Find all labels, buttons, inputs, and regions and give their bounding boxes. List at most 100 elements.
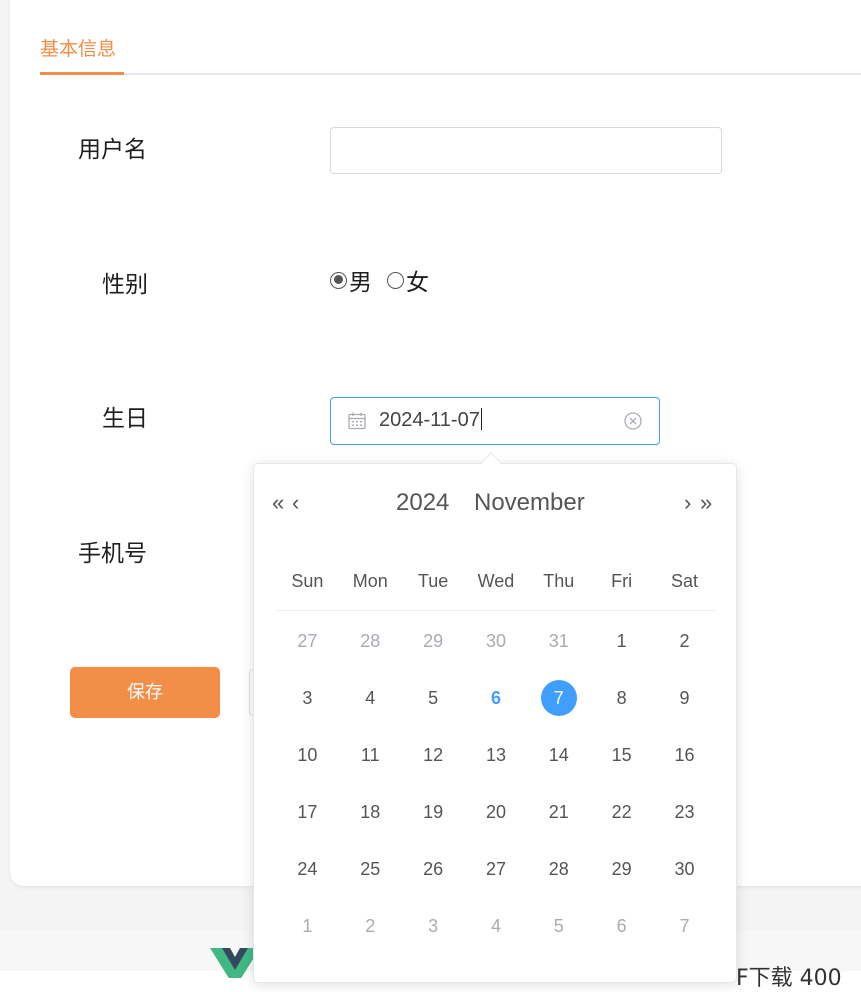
weekday-label: Fri <box>611 571 633 591</box>
gender-label: 性别 <box>102 272 148 298</box>
day-number: 13 <box>485 745 506 765</box>
day-number: 5 <box>428 688 439 708</box>
day-number: 29 <box>611 859 632 879</box>
day-cell[interactable]: 6 <box>590 906 653 963</box>
picker-year[interactable]: 2024 <box>396 488 449 518</box>
day-cell[interactable]: 22 <box>590 792 653 849</box>
calendar-icon <box>348 412 366 430</box>
day-cell[interactable]: 24 <box>276 849 339 906</box>
day-number: 7 <box>540 680 577 716</box>
day-cell[interactable]: 23 <box>653 792 716 849</box>
picker-month[interactable]: November <box>474 488 585 518</box>
day-cell[interactable]: 4 <box>465 906 528 963</box>
radio-male[interactable] <box>330 271 347 289</box>
day-number: 6 <box>490 688 501 708</box>
day-cell[interactable]: 8 <box>590 678 653 735</box>
day-cell[interactable]: 30 <box>465 621 528 678</box>
weekday-label: Mon <box>352 571 388 591</box>
day-cell[interactable]: 29 <box>402 621 465 678</box>
tab-basic-info[interactable]: 基本信息 <box>40 34 116 61</box>
day-cell[interactable]: 13 <box>465 735 528 792</box>
week-row: 1 2 3 4 5 6 7 <box>276 906 716 963</box>
day-number: 17 <box>297 802 318 822</box>
day-cell[interactable]: 21 <box>527 792 590 849</box>
day-cell[interactable]: 18 <box>339 792 402 849</box>
day-number: 20 <box>485 802 506 822</box>
tab-active-indicator <box>40 72 124 75</box>
day-cell[interactable]: 30 <box>653 849 716 906</box>
weekday-label: Tue <box>417 571 449 591</box>
day-cell[interactable]: 1 <box>590 621 653 678</box>
week-row: 3 4 5 6 7 8 9 <box>276 678 716 735</box>
day-cell[interactable]: 7 <box>653 906 716 963</box>
next-month-button[interactable]: › <box>684 488 691 518</box>
day-cell[interactable]: 27 <box>465 849 528 906</box>
day-number: 18 <box>360 802 381 822</box>
day-number: 10 <box>297 745 318 765</box>
day-cell[interactable]: 4 <box>339 678 402 735</box>
radio-female-label[interactable]: 女 <box>406 263 429 297</box>
day-number: 24 <box>297 859 318 879</box>
day-cell[interactable]: 25 <box>339 849 402 906</box>
day-number: 16 <box>674 745 695 765</box>
day-number: 8 <box>616 688 627 708</box>
day-number: 5 <box>553 916 564 936</box>
day-number: 22 <box>611 802 632 822</box>
day-cell[interactable]: 12 <box>402 735 465 792</box>
circle-close-icon[interactable] <box>623 411 643 431</box>
prev-month-button[interactable]: ‹ <box>292 488 299 518</box>
day-number: 4 <box>365 688 376 708</box>
save-button[interactable]: 保存 <box>70 667 220 718</box>
username-input[interactable] <box>330 127 722 174</box>
day-number: 11 <box>360 745 380 765</box>
day-number: 2 <box>365 916 376 936</box>
weekday-header: Sun Mon Tue Wed Thu Fri Sat <box>276 566 716 596</box>
day-cell[interactable]: 16 <box>653 735 716 792</box>
day-number: 7 <box>679 916 690 936</box>
day-cell[interactable]: 5 <box>527 906 590 963</box>
day-cell[interactable]: 5 <box>402 678 465 735</box>
day-number: 21 <box>548 802 569 822</box>
day-cell[interactable]: 2 <box>653 621 716 678</box>
week-row: 10 11 12 13 14 15 16 <box>276 735 716 792</box>
tabs-divider <box>40 73 861 75</box>
weekday-label: Thu <box>543 571 575 591</box>
day-number: 30 <box>485 631 506 651</box>
day-cell[interactable]: 19 <box>402 792 465 849</box>
week-row: 17 18 19 20 21 22 23 <box>276 792 716 849</box>
day-number: 30 <box>674 859 695 879</box>
radio-male-label[interactable]: 男 <box>349 263 372 297</box>
day-cell[interactable]: 31 <box>527 621 590 678</box>
day-cell-today[interactable]: 6 <box>465 678 528 735</box>
prev-year-button[interactable]: « <box>272 488 284 518</box>
day-cell[interactable]: 17 <box>276 792 339 849</box>
day-cell[interactable]: 3 <box>402 906 465 963</box>
radio-female[interactable] <box>387 271 404 289</box>
day-cell[interactable]: 9 <box>653 678 716 735</box>
day-number: 1 <box>616 631 627 651</box>
day-cell[interactable]: 1 <box>276 906 339 963</box>
day-cell[interactable]: 27 <box>276 621 339 678</box>
footer-partial-text: F下载 400 <box>736 966 842 991</box>
week-row: 24 25 26 27 28 29 30 <box>276 849 716 906</box>
day-cell[interactable]: 26 <box>402 849 465 906</box>
day-cell[interactable]: 20 <box>465 792 528 849</box>
day-number: 29 <box>423 631 444 651</box>
birthday-date-input[interactable]: 2024-11-07 <box>330 397 660 445</box>
day-grid: 27 28 29 30 31 1 2 3 4 5 6 7 8 9 10 11 12 13 14 15 16 17 18 19 2… <box>276 621 716 963</box>
day-cell[interactable]: 3 <box>276 678 339 735</box>
day-cell[interactable]: 29 <box>590 849 653 906</box>
date-picker-panel: « ‹ 2024 November › » Sun Mon Tue Wed Th… <box>253 463 737 983</box>
day-cell[interactable]: 28 <box>527 849 590 906</box>
birthday-label: 生日 <box>102 406 148 432</box>
picker-header: « ‹ 2024 November › » <box>254 488 738 518</box>
day-cell[interactable]: 11 <box>339 735 402 792</box>
weekday-divider <box>276 610 716 611</box>
day-cell[interactable]: 28 <box>339 621 402 678</box>
day-cell[interactable]: 2 <box>339 906 402 963</box>
day-cell[interactable]: 14 <box>527 735 590 792</box>
day-cell-selected[interactable]: 7 <box>527 678 590 735</box>
day-cell[interactable]: 10 <box>276 735 339 792</box>
next-year-button[interactable]: » <box>700 488 712 518</box>
day-cell[interactable]: 15 <box>590 735 653 792</box>
